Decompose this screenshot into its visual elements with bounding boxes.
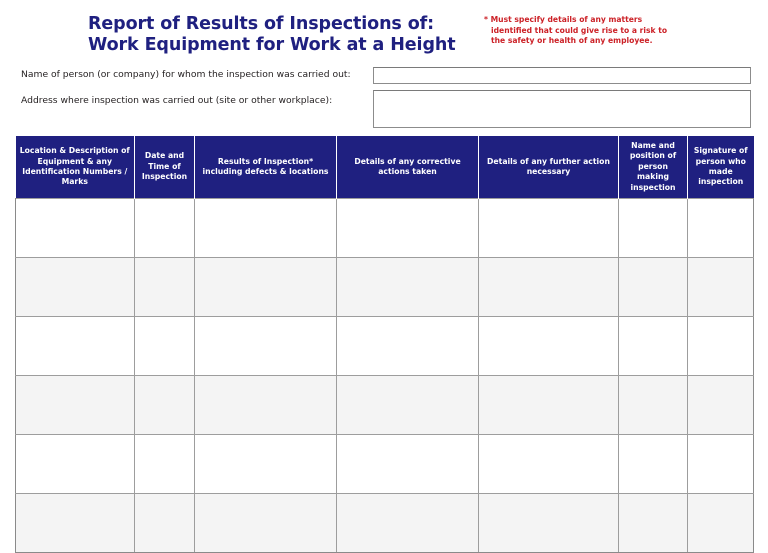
table-row [15, 198, 754, 258]
table-row [15, 434, 754, 494]
page-title-line-1: Report of Results of Inspections of: [88, 14, 435, 34]
column-header-date-time: Date and Time of Inspection [134, 136, 195, 199]
table-cell[interactable] [687, 198, 754, 258]
table-row [15, 375, 754, 435]
column-header-signature: Signature of person who made inspection [687, 136, 754, 199]
table-cell[interactable] [134, 316, 195, 376]
table-row [15, 257, 754, 317]
table-cell[interactable] [194, 257, 337, 317]
name-field-label: Name of person (or company) for whom the… [21, 69, 351, 80]
table-cell[interactable] [194, 493, 337, 553]
table-cell[interactable] [134, 198, 195, 258]
table-cell[interactable] [15, 434, 135, 494]
table-cell[interactable] [194, 375, 337, 435]
table-cell[interactable] [478, 257, 619, 317]
table-cell[interactable] [618, 434, 688, 494]
table-cell[interactable] [618, 198, 688, 258]
table-cell[interactable] [687, 493, 754, 553]
address-field-label: Address where inspection was carried out… [21, 95, 333, 106]
table-cell[interactable] [618, 316, 688, 376]
table-cell[interactable] [336, 316, 479, 376]
table-cell[interactable] [478, 493, 619, 553]
table-cell[interactable] [336, 493, 479, 553]
column-header-location-description: Location & Description of Equipment & an… [15, 136, 135, 199]
inspection-results-table: Location & Description of Equipment & an… [15, 136, 754, 553]
page-title: Report of Results of Inspections of: Wor… [88, 14, 478, 56]
table-cell[interactable] [134, 434, 195, 494]
table-cell[interactable] [336, 257, 479, 317]
table-cell[interactable] [336, 198, 479, 258]
table-cell[interactable] [687, 316, 754, 376]
column-header-corrective-actions: Details of any corrective actions taken [336, 136, 479, 199]
table-cell[interactable] [618, 257, 688, 317]
table-cell[interactable] [478, 316, 619, 376]
table-cell[interactable] [687, 375, 754, 435]
name-input[interactable] [373, 67, 751, 84]
table-cell[interactable] [478, 198, 619, 258]
table-cell[interactable] [478, 375, 619, 435]
table-cell[interactable] [134, 493, 195, 553]
table-body [15, 198, 754, 553]
table-cell[interactable] [15, 198, 135, 258]
mandatory-note-text: * Must specify details of any matters id… [484, 15, 668, 46]
address-input[interactable] [373, 90, 751, 128]
table-cell[interactable] [134, 257, 195, 317]
table-cell[interactable] [194, 434, 337, 494]
table-cell[interactable] [15, 493, 135, 553]
table-cell[interactable] [194, 316, 337, 376]
table-cell[interactable] [336, 375, 479, 435]
table-cell[interactable] [687, 257, 754, 317]
table-cell[interactable] [618, 375, 688, 435]
table-cell[interactable] [15, 257, 135, 317]
table-cell[interactable] [687, 434, 754, 494]
mandatory-note: * Must specify details of any matters id… [484, 15, 674, 47]
page-title-line-2: Work Equipment for Work at a Height [88, 35, 456, 55]
table-row [15, 493, 754, 553]
table-cell[interactable] [336, 434, 479, 494]
table-cell[interactable] [478, 434, 619, 494]
table-cell[interactable] [618, 493, 688, 553]
column-header-further-action: Details of any further action necessary [478, 136, 619, 199]
table-header: Location & Description of Equipment & an… [15, 136, 754, 199]
table-row [15, 316, 754, 376]
column-header-results-of-inspection: Results of Inspection* including defects… [194, 136, 337, 199]
table-cell[interactable] [15, 375, 135, 435]
column-header-name-position: Name and position of person making inspe… [618, 136, 688, 199]
table-cell[interactable] [194, 198, 337, 258]
table-cell[interactable] [134, 375, 195, 435]
table-cell[interactable] [15, 316, 135, 376]
table-header-row: Location & Description of Equipment & an… [15, 136, 754, 199]
